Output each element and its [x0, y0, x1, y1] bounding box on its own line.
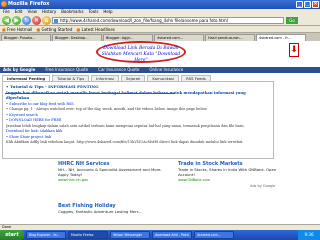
post-line[interactable]: • Subscribe to our blog feed with RSS — [6, 102, 270, 106]
back-button[interactable]: ◀ — [2, 16, 11, 25]
post-line[interactable]: Download for link: silahkan klik — [6, 129, 270, 133]
ads-link-bar: Ads by Google Free Insurance Quote Car I… — [0, 67, 320, 73]
maximize-button[interactable]: □ — [304, 1, 311, 8]
page-content: Download Link Berada Di Bawah Silahkan M… — [0, 41, 320, 230]
download-here-link[interactable]: • DOWNLOAD HERE for FREE — [6, 118, 270, 122]
browser-tab[interactable]: Blogger: Pusaka... — [1, 34, 51, 41]
post-line[interactable]: • Show Show project link — [6, 135, 270, 139]
stop-button[interactable]: ✕ — [32, 16, 41, 25]
download-annotation: Download Link Berada Di Bawah Silahkan M… — [96, 41, 186, 63]
browser-tab[interactable]: Blogger: Desktop... — [52, 34, 102, 41]
taskbar-item[interactable]: download Ahti - Paint — [152, 231, 192, 239]
ad-url[interactable]: www.GNBank.com — [178, 178, 288, 182]
ads-by-google[interactable]: Ads by Google — [250, 184, 275, 188]
browser-tab[interactable]: Hasil penelusuran... — [205, 34, 255, 41]
bookmark-item[interactable]: Getting Started — [36, 26, 72, 32]
system-clock: 9:36 — [298, 230, 320, 240]
page-icon — [54, 19, 58, 23]
post-box: • Tutorial & Tips - INFORMASI PENTING In… — [2, 81, 274, 159]
red-underline-mark — [5, 93, 175, 94]
window-controls: _ □ × — [296, 1, 319, 8]
navigation-toolbar: ◀ ▶ ↻ ✕ ⌂ http://www.4shared.com/downloa… — [0, 15, 320, 26]
home-button[interactable]: ⌂ — [42, 16, 51, 25]
ad-url[interactable]: www.hhrc.nh.gov — [58, 178, 168, 182]
browser-tab[interactable]: Blogger: Aggr... — [103, 34, 153, 41]
start-button[interactable]: start — [0, 230, 24, 240]
ads-by-google-label: Ads by Google — [3, 67, 36, 72]
url-bar[interactable]: http://www.4shared.com/download/l_zon_fi… — [52, 17, 284, 24]
taskbar: start Blog Explorer - fo... Mozilla Fire… — [0, 230, 320, 240]
post-subtitle: Inggris has dikenaikan untuk menulis lew… — [6, 90, 246, 100]
window-title: Mozilla Firefox — [8, 1, 50, 7]
taskbar-item[interactable]: Blog Explorer - fo... — [26, 231, 66, 239]
url-text: http://www.4shared.com/download/l_zon_fi… — [60, 18, 228, 23]
bookmark-item[interactable]: Free Hotmail — [2, 26, 32, 32]
ad-body: Trade in Stocks, Shares in India With GN… — [178, 167, 277, 177]
post-title[interactable]: • Tutorial & Tips - INFORMASI PENTING — [6, 84, 270, 89]
close-button[interactable]: × — [312, 1, 319, 8]
status-text: Done — [2, 225, 12, 229]
post-line: • Change pg: 1 - Always watched over: to… — [6, 107, 208, 111]
reload-button[interactable]: ↻ — [22, 16, 31, 25]
taskbar-item[interactable]: Yahoo! Messenger — [110, 231, 150, 239]
bookmark-item[interactable]: Latest Headlines — [76, 26, 114, 32]
post-line: Klik Aktifkan Adfly link sebelum lanjut.… — [6, 140, 244, 144]
ad-link[interactable]: Car Insurance Quote — [98, 67, 139, 73]
tab-bar: Blogger: Pusaka... Blogger: Desktop... B… — [0, 33, 320, 41]
ad-block-left: HHRC NH Services NH... NH, Accounts & Sp… — [58, 161, 168, 182]
ad-body: Coggles, Fantastic Adventure Lasting Mer… — [58, 209, 143, 214]
browser-tab[interactable]: 4shared.com... — [154, 34, 204, 41]
minimize-button[interactable]: _ — [296, 1, 303, 8]
taskbar-item[interactable]: 4shared.com... — [194, 231, 234, 239]
firefox-icon — [1, 1, 7, 7]
go-button[interactable]: Go — [286, 17, 298, 24]
browser-tab-active[interactable]: 4shared.com - fr... — [256, 34, 306, 41]
ad-block-bottom: Best Fishing Holiday Coggles, Fantastic … — [58, 203, 178, 215]
window-titlebar: Mozilla Firefox _ □ × — [0, 0, 320, 9]
post-line: Jawaban lebih lengkap dalam salah satu a… — [6, 123, 245, 128]
down-arrow-icon: ⬇ — [289, 43, 299, 57]
taskbar-item[interactable]: Mozilla Firefox — [68, 231, 108, 239]
bookmarks-bar: Free Hotmail Getting Started Latest Head… — [0, 26, 320, 33]
ad-body: NH... NH, Accounts & Specialist Assessme… — [58, 167, 162, 177]
ad-block-right: Trade in Stock Markets Trade in Stocks, … — [178, 161, 288, 182]
post-line[interactable]: • Keyword search — [6, 113, 270, 117]
ad-link[interactable]: Free Insurance Quote — [45, 67, 88, 73]
forward-button[interactable]: ▶ — [12, 16, 21, 25]
ad-link[interactable]: Online Insurance — [149, 67, 183, 73]
annotation-line-2: Silahkan Mencari Kata "Download Here" — [101, 52, 181, 63]
